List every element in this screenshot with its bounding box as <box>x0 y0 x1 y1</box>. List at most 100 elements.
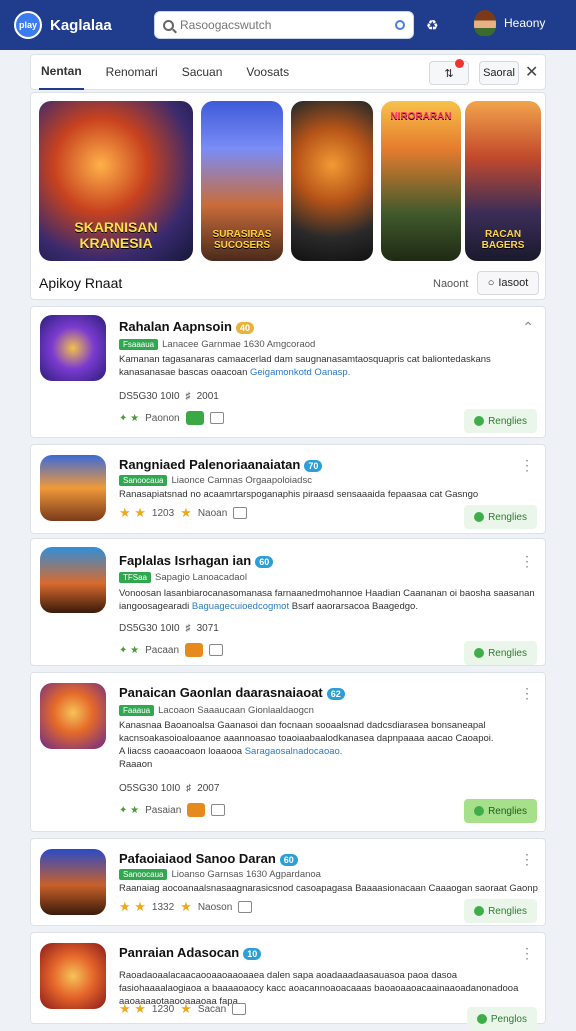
app-icon[interactable] <box>40 455 106 521</box>
app-stats: O5SG30 10I0 ♯ 2007 <box>119 783 219 794</box>
view-button[interactable]: ○ Iasoot <box>477 271 539 295</box>
sort-button[interactable]: Saoral <box>479 61 519 85</box>
meta-text: Liaonce Camnas Orgaapoloiadsc <box>171 475 312 486</box>
view-label: Iasoot <box>498 277 529 289</box>
verify-badge: 70 <box>304 460 323 472</box>
app-name[interactable]: Pafaoiaiaod Sanoo Daran 60 <box>119 851 298 866</box>
app-footer: ✦ ★ Paonon <box>119 411 224 425</box>
hero-title: RACAN BAGERS <box>481 229 525 251</box>
hero-card-5[interactable]: RACAN BAGERS <box>465 101 541 261</box>
desc-text: Ranasapiatsnad no acaamrtarspoganaphis p… <box>119 489 479 500</box>
star-icon: ✦ ★ <box>119 644 140 656</box>
hero-title: SKARNISAN KRANESIA <box>74 219 158 251</box>
app-card-3[interactable]: Faplalas Isrhagan ian 60 ⋮ TFSaa Sapagio L… <box>30 538 546 666</box>
user-profile[interactable]: Heaony <box>474 10 545 36</box>
install-icon <box>474 416 485 426</box>
app-name[interactable]: Rahalan Aapnsoin 40 <box>119 319 254 334</box>
share-icon[interactable]: ⌃ <box>522 319 534 336</box>
desc-link[interactable]: Saragaosalnadocaoao. <box>245 746 343 757</box>
install-button[interactable]: Renglies <box>464 799 537 823</box>
more-options-icon[interactable]: ⋮ <box>520 685 534 702</box>
desc-tail: A liacss caoaacoaon loaaooa <box>119 746 243 757</box>
rating-count: 1230 <box>151 1003 175 1015</box>
star-icon: ✦ ★ <box>119 412 140 424</box>
app-name[interactable]: Panraian Adasocan 10 <box>119 945 262 960</box>
footer-text: Pasaian <box>145 804 182 816</box>
stats-text: O5SG30 10I0 <box>119 783 181 794</box>
screen-icon <box>211 804 226 816</box>
rating-label: Sacan <box>197 1003 227 1015</box>
app-icon[interactable] <box>40 943 106 1009</box>
install-icon <box>474 806 485 816</box>
app-card-2[interactable]: Rangniaed Palenoriaanaiatan 70 ⋮ Sanoocau… <box>30 444 546 534</box>
category-tabs: Nentan Renomari Sacuan Voosats ⇅ Saoral … <box>30 54 546 90</box>
tab-2[interactable]: Sacuan <box>180 55 225 89</box>
verify-badge: 62 <box>326 688 345 700</box>
avatar[interactable] <box>474 10 496 36</box>
app-name-text: Pafaoiaiaod Sanoo Daran <box>119 851 276 866</box>
install-button[interactable]: Renglies <box>464 409 537 433</box>
app-meta: Sanoocaua Liaonce Camnas Orgaapoloiadsc <box>119 475 312 486</box>
desc-extra: Raaaon <box>119 759 153 770</box>
app-logo[interactable]: play <box>14 11 42 39</box>
desc-link[interactable]: Geigamonkotd Oanasp. <box>250 367 350 378</box>
footer-text: Paonon <box>145 412 180 424</box>
verify-badge: 60 <box>255 556 274 568</box>
voice-search-icon[interactable] <box>395 20 405 30</box>
app-icon[interactable] <box>40 547 106 613</box>
install-label: Renglies <box>488 415 527 427</box>
app-name[interactable]: Faplalas Isrhagan ian 60 <box>119 553 274 568</box>
app-name[interactable]: Rangniaed Palenoriaanaiatan 70 <box>119 457 323 472</box>
app-card-4[interactable]: Panaican Gaonlan daarasnaiaoat 62 ⋮ Faaau… <box>30 672 546 832</box>
app-name[interactable]: Panaican Gaonlan daarasnaiaoat 62 <box>119 685 345 700</box>
close-icon[interactable]: ✕ <box>525 62 538 82</box>
more-link[interactable]: Naoont <box>433 278 468 290</box>
tab-3[interactable]: Voosats <box>244 55 291 89</box>
desc-link[interactable]: Baguagecuioedcogmot <box>192 601 289 612</box>
search-input[interactable] <box>180 18 395 32</box>
app-description: Raanaiag aocoanaalsnasaagnarasicsnod cas… <box>119 882 539 895</box>
tab-1[interactable]: Renomari <box>104 55 160 89</box>
install-icon <box>474 648 485 658</box>
star-icon: ✦ ★ <box>119 804 140 816</box>
stats-count: 3071 <box>196 623 219 634</box>
verified-icon <box>185 643 204 657</box>
featured-banner: SKARNISAN KRANESIA SURASIRAS SUCOSERS NI… <box>30 92 546 300</box>
status-badge: Sanoocaua <box>119 869 168 880</box>
install-label: Renglies <box>488 905 527 917</box>
more-options-icon[interactable]: ⋮ <box>520 553 534 570</box>
install-button[interactable]: Renglies <box>464 899 537 923</box>
star-icon: ★ ★ <box>119 1001 146 1016</box>
filter-button[interactable]: ⇅ <box>429 59 469 85</box>
app-description: Kamanan tagasanaras camaacerlad dam saug… <box>119 353 539 379</box>
hero-card-4[interactable]: NIRORARAN <box>381 101 461 261</box>
desc-text: Kanasnaa Baoanoalsa Gaanasoi dan focnaan… <box>119 720 494 744</box>
search-bar[interactable] <box>154 11 414 39</box>
hero-card-1[interactable]: SKARNISAN KRANESIA <box>39 101 193 261</box>
install-button[interactable]: Renglies <box>464 641 537 665</box>
app-card-6[interactable]: Panraian Adasocan 10 ⋮ Raoadaoaalacaacaoo… <box>30 932 546 1031</box>
app-card-1[interactable]: Rahalan Aapnsoin 40 ⌃ Fsaaaua Lanacee Garn… <box>30 306 546 438</box>
meta-text: Lacoaon Saaaucaan Gionlaaldaogcn <box>158 705 314 716</box>
app-icon[interactable] <box>40 849 106 915</box>
app-rating: ★ ★ 1230 ★ Sacan <box>119 1001 247 1017</box>
hero-card-3[interactable] <box>291 101 373 261</box>
tab-0[interactable]: Nentan <box>39 54 84 90</box>
more-options-icon[interactable]: ⋮ <box>520 457 534 474</box>
install-label: Renglies <box>488 647 527 659</box>
hero-card-2[interactable]: SURASIRAS SUCOSERS <box>201 101 283 261</box>
install-button[interactable]: Penglos <box>466 1007 537 1031</box>
rating-count: 1203 <box>151 507 175 519</box>
status-badge: Fsaaaua <box>119 339 159 350</box>
more-options-icon[interactable]: ⋮ <box>520 945 534 962</box>
more-options-icon[interactable]: ⋮ <box>520 851 534 868</box>
filter-icon: ⇅ <box>444 67 454 80</box>
install-button[interactable]: Renglies <box>464 505 537 529</box>
notification-bell-icon[interactable]: ♻ <box>426 17 439 34</box>
app-icon[interactable] <box>40 315 106 381</box>
app-icon[interactable] <box>40 683 106 749</box>
app-card-5[interactable]: Pafaoiaiaod Sanoo Daran 60 ⋮ Sanoocaua Lio… <box>30 838 546 926</box>
status-badge: Sanoocaua <box>119 475 168 486</box>
meta-text: Sapagio Lanoacadaol <box>155 572 247 583</box>
rating-count: 1332 <box>151 901 175 913</box>
